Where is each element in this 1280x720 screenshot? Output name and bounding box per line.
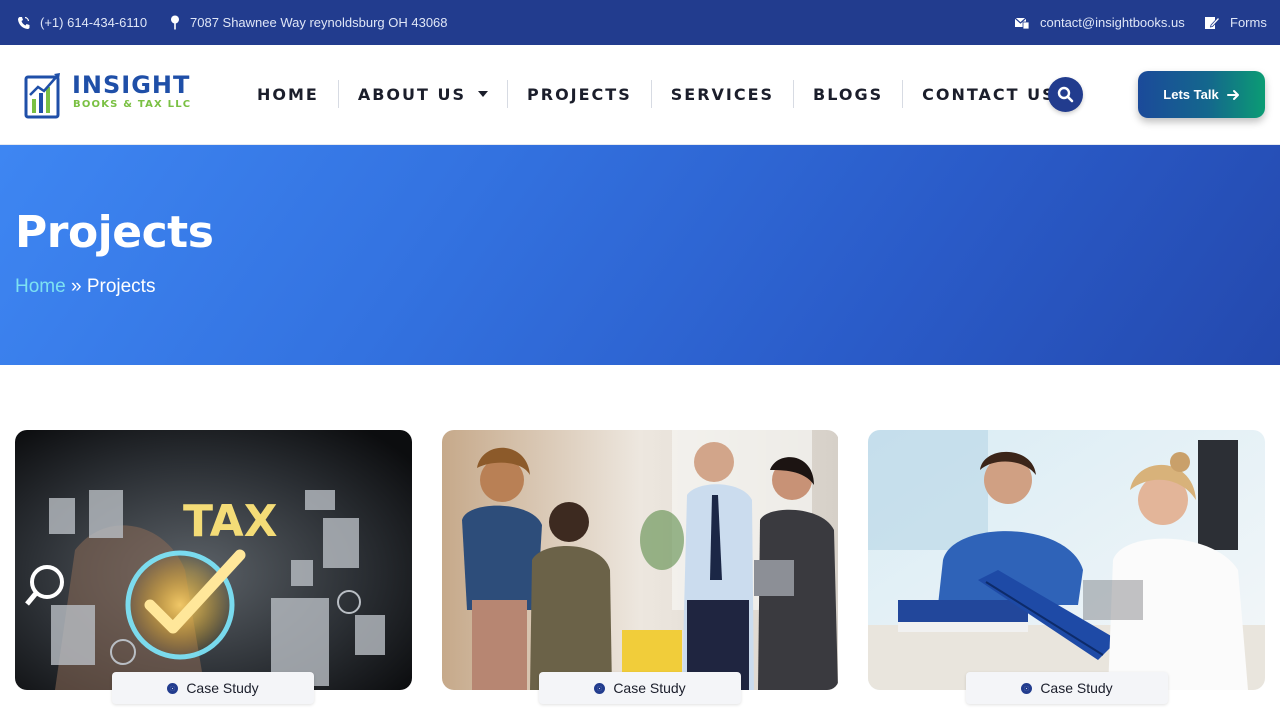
nav-blogs-label[interactable]: BLOGS <box>813 85 883 104</box>
badge-label[interactable]: Case Study <box>186 680 258 696</box>
team-meeting-image <box>442 430 838 690</box>
logo-wordmark: INSIGHT <box>72 71 191 99</box>
forms-icon <box>1204 15 1220 30</box>
address-info: 7087 Shawnee Way reynoldsburg OH 43068 <box>170 0 448 45</box>
email-contact[interactable]: contact@insightbooks.us <box>1014 0 1185 45</box>
lets-talk-button[interactable]: Lets Talk <box>1138 71 1265 118</box>
nav-projects[interactable]: PROJECTS <box>507 80 651 108</box>
breadcrumb-current: Projects <box>86 276 156 297</box>
nav-contact-label[interactable]: CONTACT US <box>922 85 1056 104</box>
nav-services[interactable]: SERVICES <box>650 80 793 108</box>
email-link[interactable]: contact@insightbooks.us <box>1040 15 1185 30</box>
page-title: Projects <box>15 207 214 258</box>
tax-image-text: TAX <box>183 496 278 547</box>
logo-tagline: BOOKS & TAX LLC <box>73 99 192 110</box>
caret-down-icon[interactable] <box>478 91 489 97</box>
page-hero: Projects Home » Projects <box>0 145 1280 365</box>
bullet-dot-icon <box>1021 682 1033 694</box>
logo-chart-icon <box>24 73 60 119</box>
nav-about-us[interactable]: ABOUT US <box>337 80 507 108</box>
nav-home-label[interactable]: HOME <box>257 85 319 104</box>
lets-talk-label[interactable]: Lets Talk <box>1163 87 1218 102</box>
breadcrumb-home-link[interactable]: Home <box>15 276 66 297</box>
breadcrumb: Home » Projects <box>15 276 155 298</box>
search-icon <box>1057 86 1074 103</box>
nav-services-label[interactable]: SERVICES <box>671 85 774 104</box>
project-card-2[interactable] <box>442 430 839 690</box>
forms-link[interactable]: Forms <box>1204 0 1267 45</box>
bullet-dot-icon <box>594 682 606 694</box>
nav-blogs[interactable]: BLOGS <box>793 80 902 108</box>
forms-label[interactable]: Forms <box>1230 15 1267 30</box>
tax-checkmark-image: TAX <box>15 430 412 690</box>
nav-about-label[interactable]: ABOUT US <box>358 85 466 104</box>
search-button[interactable] <box>1048 77 1083 112</box>
phone-number[interactable]: (+1) 614-434-6110 <box>40 15 147 30</box>
site-header: INSIGHT BOOKS & TAX LLC HOME ABOUT US PR… <box>0 45 1280 145</box>
nav-home[interactable]: HOME <box>238 80 338 108</box>
breadcrumb-separator: » <box>70 276 82 297</box>
office-review-image <box>868 430 1265 690</box>
nav-projects-label[interactable]: PROJECTS <box>527 85 632 104</box>
case-study-badge-2[interactable]: Case Study <box>539 672 741 704</box>
bullet-dot-icon <box>167 682 179 694</box>
project-card-1[interactable]: TAX <box>15 430 412 690</box>
badge-label[interactable]: Case Study <box>613 680 685 696</box>
main-nav: HOME ABOUT US PROJECTS SERVICES BLOGS CO… <box>238 80 1075 108</box>
address-text: 7087 Shawnee Way reynoldsburg OH 43068 <box>190 15 448 30</box>
project-card-3[interactable] <box>868 430 1265 690</box>
phone-icon <box>17 16 30 30</box>
location-pin-icon <box>170 15 180 30</box>
site-logo[interactable]: INSIGHT BOOKS & TAX LLC <box>24 69 194 121</box>
email-icon <box>1014 16 1030 30</box>
case-study-badge-1[interactable]: Case Study <box>112 672 314 704</box>
phone-contact[interactable]: (+1) 614-434-6110 <box>17 0 147 45</box>
badge-label[interactable]: Case Study <box>1040 680 1112 696</box>
arrow-right-icon <box>1226 89 1239 100</box>
top-info-bar: (+1) 614-434-6110 7087 Shawnee Way reyno… <box>0 0 1280 45</box>
case-study-badge-3[interactable]: Case Study <box>966 672 1168 704</box>
